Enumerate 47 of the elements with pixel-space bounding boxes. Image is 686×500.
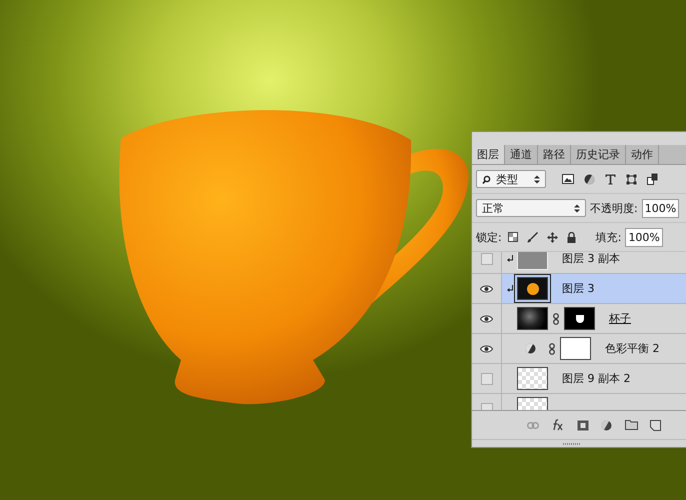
mask-icon[interactable] [577, 420, 589, 430]
half-circle-icon [525, 343, 536, 354]
fx-icon[interactable] [551, 419, 565, 431]
layer-row[interactable]: 杯子 [472, 304, 686, 334]
half-circle-icon[interactable] [584, 174, 595, 184]
eye-icon[interactable] [480, 284, 493, 292]
lock-label: 锁定: [476, 230, 502, 244]
fill-label: 填充: [596, 230, 622, 244]
opacity-label: 不透明度: [590, 200, 638, 216]
folder-icon[interactable] [625, 420, 638, 430]
blend-mode-value: 正常 [482, 200, 505, 216]
half-circle-icon[interactable] [601, 420, 613, 430]
filter-value: 类型 [496, 172, 519, 186]
lock-icon[interactable] [566, 232, 576, 242]
opacity-field[interactable]: 100% [642, 198, 680, 218]
eye-icon[interactable] [480, 314, 493, 322]
search-icon [482, 174, 491, 184]
layer-thumbnail [517, 252, 548, 270]
image-icon[interactable] [562, 174, 574, 184]
updown-icon [574, 204, 580, 212]
layer-thumbnail [517, 277, 548, 300]
layer-thumbnail [517, 307, 548, 330]
checker-icon[interactable] [508, 232, 518, 242]
fill-field[interactable]: 100% [625, 228, 663, 246]
eye-icon[interactable] [480, 344, 493, 352]
layer-row[interactable]: 图层 9 副本 2 [472, 364, 686, 394]
layer-row[interactable]: 图层 3 [472, 274, 686, 304]
layer-row[interactable]: 图层 3 副本 [472, 252, 686, 274]
layer-row[interactable]: 色彩平衡 2 [472, 334, 686, 364]
layer-thumbnail [517, 367, 548, 390]
blend-mode-dropdown[interactable]: 正常 [476, 199, 586, 217]
mask-thumbnail [560, 337, 591, 360]
filter-dropdown[interactable]: 类型 [476, 170, 546, 188]
updown-icon [534, 174, 540, 184]
transform-icon[interactable] [626, 174, 637, 184]
layer-name: 色彩平衡 2 [605, 341, 660, 356]
layer-name: 图层 3 副本 [562, 252, 620, 266]
text-icon[interactable] [605, 174, 616, 184]
layer-name: 图层 9 副本 2 [562, 371, 630, 386]
brush-icon[interactable] [526, 232, 538, 242]
layer-name: 杯子 [609, 311, 631, 326]
smart-object-icon[interactable] [647, 173, 658, 185]
layer-name: 图层 3 [562, 281, 594, 296]
mask-thumbnail [564, 307, 595, 330]
new-layer-icon[interactable] [650, 420, 661, 430]
panel-tab[interactable]: 图层 [472, 145, 505, 164]
move-icon[interactable] [546, 232, 558, 242]
